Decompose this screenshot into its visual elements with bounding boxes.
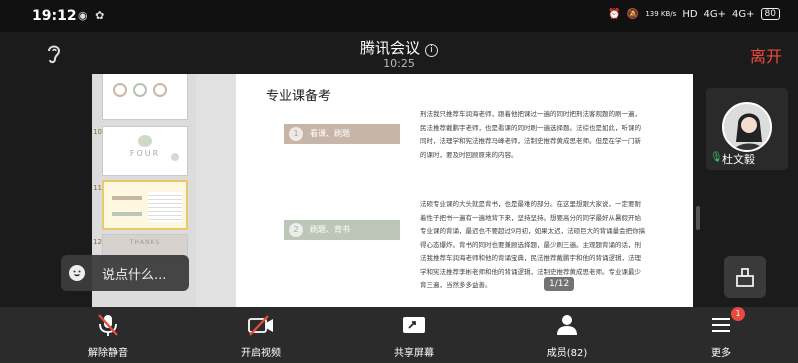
notification-badge: 1 — [731, 307, 745, 321]
chat-placeholder: 说点什么... — [102, 268, 167, 283]
unmute-label: 解除静音 — [88, 348, 128, 359]
members-icon — [557, 315, 577, 335]
floating-window-button[interactable] — [724, 256, 766, 298]
slide-thumbnail — [102, 74, 188, 120]
section-label: 刷题、背书 — [310, 225, 350, 234]
info-icon[interactable]: i — [425, 44, 438, 57]
emoji-icon[interactable] — [69, 265, 85, 281]
slide-thumbnail-selected — [102, 180, 188, 230]
more-label: 更多 — [711, 348, 731, 359]
slide-title: 专业课备考 — [266, 89, 332, 104]
page-indicator: 1/12 — [544, 277, 575, 291]
thumb-decoration — [148, 192, 182, 222]
notification-icons: ◉ ✿ — [78, 9, 107, 22]
members-button[interactable]: 成员(82) — [517, 307, 617, 363]
section-header: 1 看课、刷题 — [284, 124, 400, 144]
video-off-icon — [248, 315, 273, 336]
slide-thumbnail: FOUR — [102, 126, 188, 176]
thumb-decoration — [133, 83, 147, 97]
signal-1: 4G+ — [703, 8, 727, 20]
alarm-icon: ⏰ — [608, 8, 621, 20]
share-screen-button[interactable]: 共享屏幕 — [364, 307, 464, 363]
members-label: 成员(82) — [546, 348, 588, 359]
share-screen-icon — [403, 317, 425, 333]
avatar-image — [724, 104, 770, 150]
avatar — [722, 102, 772, 152]
hd-icon: HD — [682, 8, 698, 20]
section-number: 2 — [289, 223, 303, 237]
share-screen-label: 共享屏幕 — [394, 348, 434, 359]
participant-tile[interactable]: 🎙 杜文毅 — [706, 88, 788, 170]
unmute-button[interactable]: 解除静音 — [58, 307, 158, 363]
section-label: 看课、刷题 — [310, 129, 350, 138]
more-button[interactable]: 1 更多 — [671, 307, 771, 363]
leave-button[interactable]: 离开 — [750, 43, 782, 67]
meeting-header: 腾讯会议 i 10:25 离开 — [0, 32, 798, 74]
section-paragraph: 法硕专业课的大头就是背书，也是最难的部分。在这里想跟大家说，一定要耐着性子把书一… — [420, 200, 646, 289]
thumb-decoration — [113, 83, 127, 97]
mic-on-icon: 🎙 — [710, 152, 723, 163]
status-time: 19:12 — [32, 8, 77, 24]
bottom-toolbar: 解除静音 开启视频 共享屏幕 成员(82) 1 更多 — [0, 307, 798, 363]
chat-input[interactable]: 说点什么... — [61, 255, 189, 291]
meeting-timer: 10:25 — [383, 57, 415, 70]
battery-indicator: 80 — [760, 8, 780, 20]
signal-2: 4G+ — [732, 8, 755, 20]
meeting-title: 腾讯会议 i — [0, 37, 798, 58]
thumb-decoration — [153, 83, 167, 97]
status-right-icons: ⏰ 🔕 139 KB/s HD 4G+ 4G+ 80 — [608, 8, 780, 20]
scroll-handle[interactable] — [696, 206, 700, 230]
start-video-button[interactable]: 开启视频 — [211, 307, 311, 363]
current-slide: 专业课备考 1 看课、刷题 刑法我只推荐车润海老师，跟着他把课过一遍的同时把刑法… — [236, 74, 693, 307]
thumb-decoration — [138, 135, 152, 147]
section-paragraph: 刑法我只推荐车润海老师，跟着他把课过一遍的同时把刑法客观题的刷一遍，民法推荐戴鹏… — [420, 110, 641, 159]
section-header: 2 刷题、背书 — [284, 220, 400, 240]
slide-gutter — [196, 74, 236, 307]
network-speed: 139 KB/s — [645, 9, 677, 18]
participant-name: 杜文毅 — [722, 153, 755, 166]
mic-muted-icon — [98, 314, 118, 336]
mute-icon: 🔕 — [626, 8, 640, 20]
start-video-label: 开启视频 — [241, 348, 281, 359]
thumb-decoration — [112, 212, 142, 216]
meeting-title-text: 腾讯会议 — [359, 39, 420, 57]
thumb-decoration — [112, 196, 142, 200]
status-bar: 19:12 ◉ ✿ ⏰ 🔕 139 KB/s HD 4G+ 4G+ 80 — [0, 0, 798, 32]
thumb-decoration — [171, 153, 179, 161]
thumb-caption: THANKS — [129, 239, 161, 246]
pip-icon — [736, 268, 754, 287]
section-number: 1 — [289, 127, 303, 141]
